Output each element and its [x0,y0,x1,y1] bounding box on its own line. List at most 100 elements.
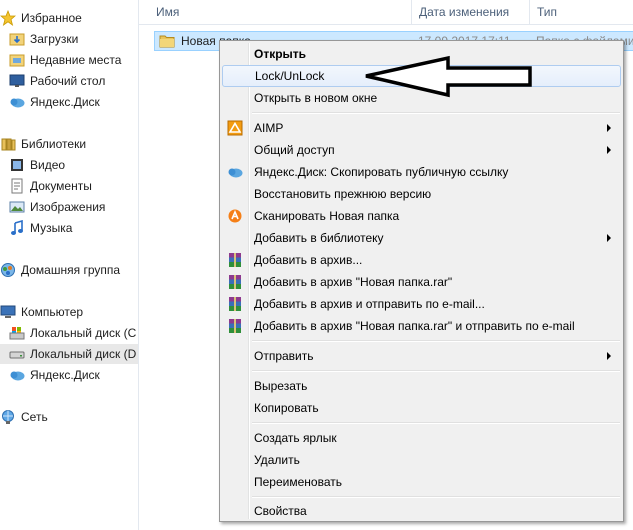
column-header-row: Имя Дата изменения Тип [139,0,633,25]
menu-item-label: Добавить в библиотеку [254,231,384,245]
video-icon [11,159,23,171]
downloads-folder-icon [9,33,25,46]
nav-libraries-label: Библиотеки [21,137,87,151]
menu-item-add-to-library[interactable]: Добавить в библиотеку [222,227,621,249]
computer-icon [0,305,16,318]
menu-item-create-shortcut[interactable]: Создать ярлык [222,427,621,449]
navigation-pane: Избранное Загрузки Недавние места Рабочи… [0,0,139,530]
menu-item-send-to[interactable]: Отправить [222,345,621,367]
nav-item-downloads[interactable]: Загрузки [9,29,78,49]
nav-item-label: Яндекс.Диск [30,368,100,382]
menu-item-label: Добавить в архив "Новая папка.rar" и отп… [254,319,575,333]
nav-item-music[interactable]: Музыка [9,218,72,238]
nav-item-video[interactable]: Видео [9,155,65,175]
submenu-arrow-icon [607,124,611,132]
menu-item-copy[interactable]: Копировать [222,397,621,419]
column-header-date[interactable]: Дата изменения [411,0,529,24]
column-header-name[interactable]: Имя [149,0,411,24]
avast-icon [228,209,242,223]
nav-item-label: Документы [30,179,92,193]
menu-item-add-to-archive[interactable]: Добавить в архив... [222,249,621,271]
nav-item-yandex-disk[interactable]: Яндекс.Диск [9,92,100,112]
winrar-icon [229,275,241,289]
menu-item-label: Добавить в архив и отправить по e-mail..… [254,297,485,311]
menu-separator [252,340,620,342]
music-icon [11,220,23,235]
menu-item-rename[interactable]: Переименовать [222,471,621,493]
menu-item-yandex-copy-link[interactable]: Яндекс.Диск: Скопировать публичную ссылк… [222,161,621,183]
menu-item-archive-and-email[interactable]: Добавить в архив и отправить по e-mail..… [222,293,621,315]
submenu-arrow-icon [607,146,611,154]
nav-item-drive-c[interactable]: Локальный диск (C [9,323,136,343]
menu-item-label: Восстановить прежнюю версию [254,187,432,201]
menu-item-sharing[interactable]: Общий доступ [222,139,621,161]
nav-libraries[interactable]: Библиотеки [0,134,86,154]
winrar-icon [229,297,241,311]
menu-item-properties[interactable]: Свойства [222,500,621,522]
submenu-arrow-icon [607,234,611,242]
menu-item-label: Lock/UnLock [255,69,325,83]
menu-item-aimp[interactable]: AIMP [222,117,621,139]
nav-item-label: Локальный диск (D [30,347,137,361]
yandex-disk-icon [10,371,25,381]
context-menu: Открыть Lock/UnLock Открыть в новом окне… [219,40,624,522]
nav-homegroup[interactable]: Домашняя группа [0,260,120,280]
menu-item-label: Свойства [254,504,307,518]
nav-item-yandex-disk-drive[interactable]: Яндекс.Диск [9,365,100,385]
column-header-type[interactable]: Тип [529,0,633,24]
menu-item-archive-rar-and-email[interactable]: Добавить в архив "Новая папка.rar" и отп… [222,315,621,337]
winrar-icon [229,253,241,267]
nav-item-documents[interactable]: Документы [9,176,92,196]
menu-item-label: Копировать [254,401,319,415]
nav-item-label: Локальный диск (C [30,326,137,340]
menu-item-label: Общий доступ [254,143,335,157]
menu-item-restore-version[interactable]: Восстановить прежнюю версию [222,183,621,205]
nav-item-recent-places[interactable]: Недавние места [9,50,121,70]
nav-favorites[interactable]: Избранное [0,8,82,28]
menu-item-label: AIMP [254,121,284,135]
menu-separator [252,370,620,372]
menu-item-label: Добавить в архив "Новая папка.rar" [254,275,453,289]
nav-item-pictures[interactable]: Изображения [9,197,105,217]
nav-network-label: Сеть [21,410,48,424]
nav-item-label: Изображения [30,200,106,214]
menu-item-label: Открыть в новом окне [254,91,378,105]
menu-separator [252,422,620,424]
menu-item-label: Удалить [254,453,300,467]
nav-computer-label: Компьютер [21,305,84,319]
menu-item-delete[interactable]: Удалить [222,449,621,471]
nav-item-label: Музыка [30,221,73,235]
nav-item-label: Яндекс.Диск [30,95,100,109]
menu-item-label: Добавить в архив... [254,253,363,267]
nav-favorites-label: Избранное [21,11,82,25]
nav-network[interactable]: Сеть [0,407,48,427]
menu-item-scan[interactable]: Сканировать Новая папка [222,205,621,227]
nav-homegroup-label: Домашняя группа [21,263,121,277]
nav-item-label: Рабочий стол [30,74,106,88]
winrar-icon [229,319,241,333]
menu-item-label: Вырезать [254,379,308,393]
yandex-disk-icon [10,98,25,108]
recent-places-icon [9,54,25,67]
nav-item-label: Недавние места [30,53,122,67]
annotation-arrow-icon [365,55,532,98]
menu-item-label: Открыть [254,47,307,61]
drive-icon [9,351,25,359]
nav-computer[interactable]: Компьютер [0,302,83,322]
folder-icon [159,35,175,48]
submenu-arrow-icon [607,352,611,360]
menu-item-label: Яндекс.Диск: Скопировать публичную ссылк… [254,165,509,179]
menu-item-add-to-archive-rar[interactable]: Добавить в архив "Новая папка.rar" [222,271,621,293]
network-icon [2,410,14,424]
desktop-icon [9,74,25,87]
nav-item-label: Загрузки [30,32,79,46]
menu-item-cut[interactable]: Вырезать [222,375,621,397]
nav-item-drive-d[interactable]: Локальный диск (D [0,344,138,364]
menu-item-label: Переименовать [254,475,342,489]
system-drive-icon [9,327,25,340]
documents-icon [11,178,23,194]
nav-item-label: Видео [30,158,66,172]
menu-item-label: Отправить [254,349,314,363]
yandex-disk-icon [228,168,243,178]
nav-item-desktop[interactable]: Рабочий стол [9,71,105,91]
